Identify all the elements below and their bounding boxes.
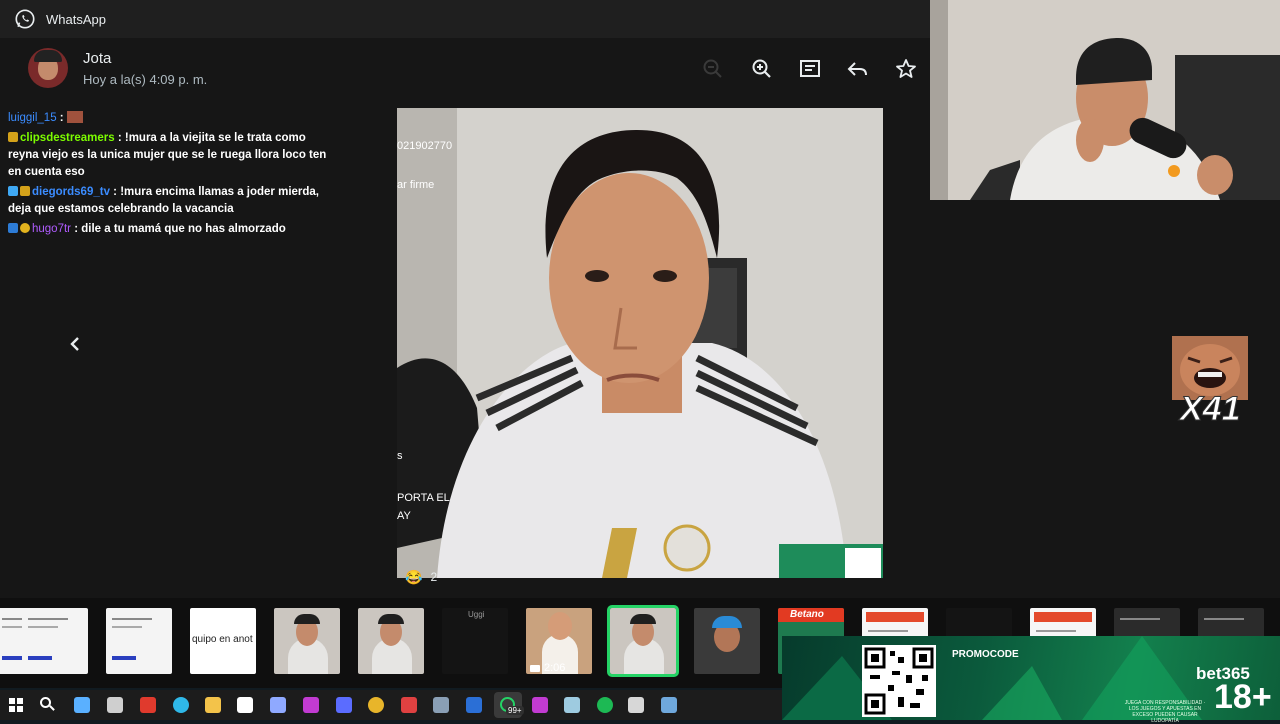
- prime-badge-icon: [8, 186, 18, 196]
- word-icon[interactable]: [466, 697, 482, 713]
- thumbnail-label: quipo en anot: [192, 634, 253, 645]
- chat-line: clipsdestreamers : !mura a la viejita se…: [8, 132, 327, 178]
- message-time: Hoy a la(s) 4:09 p. m.: [83, 72, 208, 87]
- star-icon[interactable]: [893, 56, 919, 82]
- folder-icon[interactable]: [205, 697, 221, 713]
- overlay-text: AY: [397, 510, 411, 522]
- search-icon[interactable]: [40, 697, 56, 713]
- mod-badge-icon: [8, 223, 18, 233]
- thumbnail-label: Uggi: [468, 610, 485, 619]
- overlay-text: ar firme: [397, 179, 435, 191]
- app-icon[interactable]: [401, 697, 417, 713]
- overlay-text: s: [397, 450, 403, 462]
- app-icon[interactable]: [270, 697, 286, 713]
- app-icon[interactable]: [628, 697, 644, 713]
- thumbnail-8[interactable]: [607, 605, 679, 677]
- chat-line: diegords69_tv : !mura encima llamas a jo…: [8, 186, 319, 215]
- media-image[interactable]: 021902770 ar firme s PORTA EL AY: [397, 108, 883, 578]
- chrome-icon[interactable]: [368, 697, 384, 713]
- thumbnail-6[interactable]: Uggi: [442, 608, 508, 674]
- chevron-left-icon[interactable]: [62, 330, 90, 358]
- thumbnail-label: Betano: [790, 609, 824, 620]
- reaction-count: 2: [430, 570, 438, 584]
- app-icon[interactable]: [564, 697, 580, 713]
- avatar[interactable]: [28, 48, 68, 88]
- overlay-number: 021902770: [397, 140, 453, 152]
- chat-text: dile a tu mamá que no has almorzado: [81, 223, 286, 235]
- ad-disclaimer: JUEGA CON RESPONSABILIDAD · LOS JUEGOS Y…: [1124, 700, 1206, 724]
- sub-badge-icon: [8, 132, 18, 142]
- overlay-text: PORTA EL: [397, 492, 450, 504]
- app-icon[interactable]: [303, 697, 319, 713]
- chat-line: luiggil_15 :: [8, 110, 338, 127]
- media-icon[interactable]: [140, 697, 156, 713]
- chat-user: diegords69_tv: [32, 186, 110, 198]
- reaction-badge[interactable]: 😂 2: [405, 566, 437, 588]
- chat-user: luiggil_15: [8, 112, 57, 124]
- streamer-webcam: [930, 0, 1280, 200]
- app-icon[interactable]: [336, 697, 352, 713]
- chat-emote: [66, 111, 83, 123]
- thumbnail-9[interactable]: [694, 608, 760, 674]
- laughing-emoji-icon: 😂: [405, 568, 423, 585]
- whatsapp-taskbar-icon[interactable]: 99+: [494, 692, 524, 718]
- notification-badge: 99+: [506, 706, 524, 715]
- title-bar: WhatsApp: [0, 0, 930, 38]
- app-icon[interactable]: [532, 697, 548, 713]
- reply-icon[interactable]: [845, 56, 871, 82]
- stream-chat: luiggil_15 : clipsdestreamers : !mura a …: [8, 110, 338, 241]
- spotify-icon[interactable]: [597, 697, 613, 713]
- start-icon[interactable]: [8, 697, 24, 713]
- app-icon[interactable]: [107, 697, 123, 713]
- app-title: WhatsApp: [46, 11, 106, 27]
- chat-line: hugo7tr : dile a tu mamá que no has almo…: [8, 221, 338, 238]
- video-duration: 2:06: [544, 662, 566, 674]
- bits-badge-icon: [20, 223, 30, 233]
- webcam-video: [930, 0, 1280, 200]
- whatsapp-icon: [15, 9, 35, 29]
- emote-combo: X41: [1172, 336, 1248, 432]
- age-badge: 18+: [1214, 678, 1272, 716]
- back-icon[interactable]: [237, 697, 253, 713]
- video-camera-icon: [530, 665, 540, 672]
- thumbnail-2[interactable]: [106, 608, 172, 674]
- thumbnail-3[interactable]: quipo en anot: [190, 608, 256, 674]
- chat-user: hugo7tr: [32, 223, 72, 235]
- qr-pattern: [864, 647, 934, 715]
- store-icon[interactable]: [74, 697, 90, 713]
- zoom-out-icon[interactable]: [700, 56, 726, 82]
- portrait-photo: [397, 108, 883, 578]
- sender-name: Jota: [83, 50, 112, 67]
- thumbnail-5[interactable]: [358, 608, 424, 674]
- steam-icon[interactable]: [661, 697, 677, 713]
- emote-count: X41: [1180, 390, 1241, 429]
- qr-code: [862, 645, 936, 717]
- go-to-message-icon[interactable]: [797, 56, 823, 82]
- thumbnail-4[interactable]: [274, 608, 340, 674]
- thumbnail-1[interactable]: [22, 608, 88, 674]
- promo-code-label: PROMOCODE: [952, 649, 1019, 660]
- sub-badge-icon: [20, 186, 30, 196]
- zoom-in-icon[interactable]: [749, 56, 775, 82]
- edge-icon[interactable]: [173, 697, 189, 713]
- calculator-icon[interactable]: [433, 697, 449, 713]
- thumbnail-7[interactable]: 2:06: [526, 608, 592, 674]
- chat-user: clipsdestreamers: [20, 132, 115, 144]
